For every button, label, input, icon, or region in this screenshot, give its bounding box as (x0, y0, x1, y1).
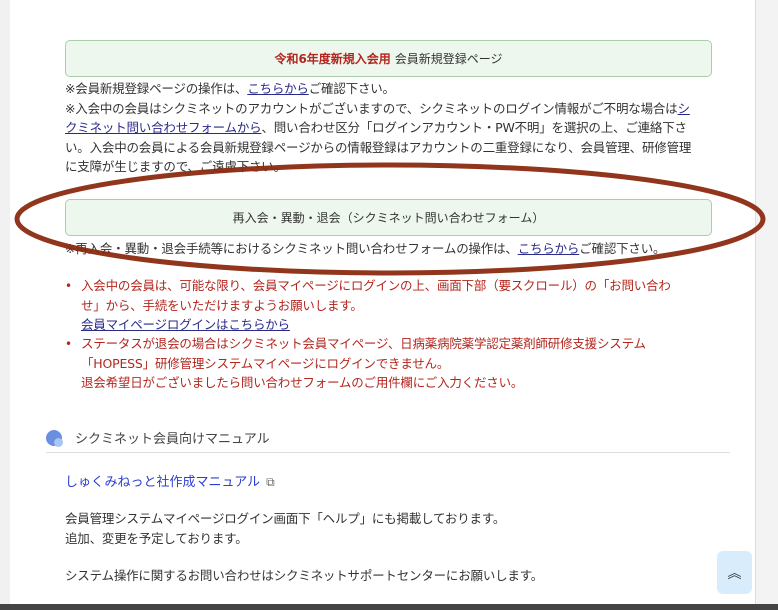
contact-form-link[interactable]: クミネット問い合わせフォームから (65, 120, 262, 135)
note-text: ご確認下さい。 (308, 81, 395, 96)
bullet-2-line-2: 「HOPESS」研修管理システムマイページにログインできません。 (81, 355, 450, 371)
circle-bullet-icon (46, 429, 63, 447)
note-text: 、問い合わせ区分「ログインアカウント・PW不明」を選択の上、ご連絡下さ (261, 120, 687, 135)
bullet-icon: • (65, 279, 73, 293)
register-note-1: ※会員新規登録ページの操作は、こちらからご確認下さい。 (65, 79, 395, 99)
manual-text-3: システム操作に関するお問い合わせはシクミネットサポートセンターにお願いします。 (65, 568, 544, 583)
bullet-2-line-1: ステータスが退会の場合はシクミネット会員マイページ、日病薬病院薬学認定薬剤師研修… (81, 336, 646, 351)
bullet-1-line-2: せ」から、手続をいただけますようお願いします。 (81, 297, 363, 313)
window-edge (755, 0, 778, 604)
register-note-3: クミネット問い合わせフォームから、問い合わせ区分「ログインアカウント・PW不明」… (65, 118, 687, 138)
bullet-icon: • (65, 337, 73, 351)
register-guide-link[interactable]: こちらから (247, 81, 309, 96)
contact-form-link[interactable]: シ (677, 101, 690, 116)
note-text: ※会員新規登録ページの操作は、 (65, 81, 248, 96)
contact-form-label: 再入会・異動・退会（シクミネット問い合わせフォーム） (232, 211, 545, 225)
mypage-login-link[interactable]: 会員マイページログインはこちらから (81, 317, 290, 332)
manual-text-2: 追加、変更を予定しております。 (65, 530, 248, 546)
contact-form-button[interactable]: 再入会・異動・退会（シクミネット問い合わせフォーム） (65, 199, 712, 236)
note-text: ご確認下さい。 (579, 241, 666, 256)
manual-section-heading: シクミネット会員向けマニュアル (46, 428, 270, 447)
bottom-bar (0, 604, 778, 610)
scroll-to-top-button[interactable]: ︽ (717, 551, 752, 594)
note-text: ※入会中の会員はシクミネットのアカウントがございますので、シクミネットのログイン… (65, 100, 678, 116)
section-divider (46, 452, 730, 453)
manual-heading-text: シクミネット会員向けマニュアル (75, 432, 270, 447)
manual-link[interactable]: しゅくみねっと社作成マニュアル ⧉ (65, 471, 275, 490)
registration-year-label: 令和6年度新規入会用 (274, 52, 391, 66)
register-note-2: ※入会中の会員はシクミネットのアカウントがございますので、シクミネットのログイン… (65, 99, 690, 119)
contact-guide-link[interactable]: こちらから (518, 241, 580, 256)
new-member-registration-button[interactable]: 令和6年度新規入会用 会員新規登録ページ (65, 40, 712, 77)
bullet-2-line-3: 退会希望日がございましたら問い合わせフォームのご用件欄にご入力ください。 (81, 375, 524, 390)
contact-note: ※再入会・異動・退会手続等におけるシクミネット問い合わせフォームの操作は、こちら… (65, 239, 666, 259)
manual-text-1: 会員管理システムマイページログイン画面下「ヘルプ」にも掲載しております。 (65, 511, 506, 526)
external-link-icon: ⧉ (266, 475, 275, 489)
bullet-1-line-1: 入会中の会員は、可能な限り、会員マイページにログインの上、画面下部（要スクロール… (81, 278, 671, 293)
register-note-5: に支障が生じますので、ご遠慮下さい。 (65, 159, 286, 174)
manual-link-text: しゅくみねっと社作成マニュアル (65, 475, 261, 490)
register-note-4: い。入会中の会員による会員新規登録ページからの情報登録はアカウントの二重登録にな… (65, 139, 692, 155)
double-chevron-up-icon: ︽ (727, 565, 742, 582)
registration-label: 会員新規登録ページ (394, 52, 503, 66)
note-text: ※再入会・異動・退会手続等におけるシクミネット問い合わせフォームの操作は、 (65, 241, 518, 256)
